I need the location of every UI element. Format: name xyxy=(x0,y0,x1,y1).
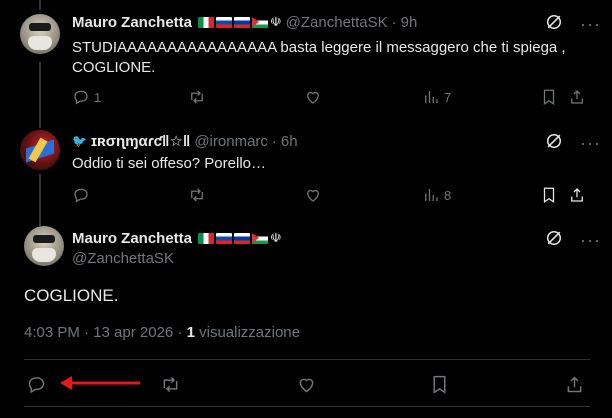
reply-icon xyxy=(74,90,88,105)
grok-icon[interactable] xyxy=(544,131,564,156)
reply-button[interactable] xyxy=(72,186,90,204)
share-button[interactable] xyxy=(568,88,586,106)
views-button[interactable]: 8 xyxy=(422,186,451,204)
thread-line-1 xyxy=(39,62,41,128)
avatar[interactable] xyxy=(20,130,60,170)
retweet-button[interactable] xyxy=(160,374,181,395)
emblem-icon: ☫ xyxy=(270,230,282,245)
tweet-text: STUDIAAAAAAAAAAAAAAAA basta leggere il m… xyxy=(72,38,566,78)
views-icon xyxy=(425,189,438,201)
more-icon[interactable]: ··· xyxy=(580,133,601,154)
tweet-text: COGLIONE. xyxy=(24,286,119,305)
post-datetime[interactable]: 4:03 PM · 13 apr 2026 · xyxy=(24,324,187,341)
avatar[interactable] xyxy=(20,14,60,54)
more-icon[interactable]: ··· xyxy=(580,230,601,251)
share-icon xyxy=(567,376,582,393)
bookmark-button[interactable] xyxy=(540,88,558,106)
author-name[interactable]: Mauro Zanchetta xyxy=(72,14,192,31)
author-handle[interactable]: @ZanchettaSK xyxy=(72,250,174,267)
more-icon[interactable]: ··· xyxy=(580,14,601,35)
like-icon xyxy=(307,189,319,202)
divider xyxy=(24,406,590,407)
share-button[interactable] xyxy=(564,374,585,395)
italy-flag-icon xyxy=(198,16,215,28)
author-handle[interactable]: @ironmarc xyxy=(194,133,268,150)
views-icon xyxy=(425,91,438,103)
italy-flag-icon xyxy=(198,232,215,244)
divider xyxy=(24,359,590,360)
like-button[interactable] xyxy=(296,374,317,395)
like-icon xyxy=(299,378,314,393)
author-name[interactable]: Mauro Zanchetta xyxy=(72,230,192,247)
reply-count: 1 xyxy=(94,89,102,105)
post-time[interactable]: 6h xyxy=(281,133,298,150)
share-button[interactable] xyxy=(568,186,586,204)
grok-icon[interactable] xyxy=(544,12,564,37)
retweet-icon xyxy=(191,90,203,104)
action-bar: 1 7 xyxy=(72,88,590,108)
separator-dot: · xyxy=(271,132,277,150)
avatar[interactable] xyxy=(24,226,64,266)
tweet-top-actions: ··· xyxy=(544,131,601,156)
reply-button[interactable] xyxy=(26,374,47,395)
bookmark-icon xyxy=(433,375,446,394)
action-bar: 8 xyxy=(72,186,590,206)
views-count: 8 xyxy=(444,187,452,203)
like-button[interactable] xyxy=(304,88,322,106)
arrow-annotation xyxy=(60,376,140,390)
tweet-top-actions: ··· xyxy=(544,12,601,37)
like-button[interactable] xyxy=(304,186,322,204)
author-handle[interactable]: @ZanchettaSK xyxy=(286,14,388,31)
reply-icon xyxy=(28,377,45,394)
views-count: 7 xyxy=(444,89,452,105)
bookmark-button[interactable] xyxy=(540,186,558,204)
emblem-icon: ☫ xyxy=(270,14,282,29)
tweet-header: Mauro Zanchetta ☫ xyxy=(72,228,282,248)
like-icon xyxy=(307,91,319,104)
post-time[interactable]: 9h xyxy=(401,14,418,31)
grok-icon[interactable] xyxy=(544,228,564,253)
author-name[interactable]: ɪʀσɳɱαɾƈ‖☆‖ xyxy=(91,132,190,150)
slovakia-flag-icon xyxy=(216,232,233,244)
views-button[interactable]: 7 xyxy=(422,88,451,106)
share-icon xyxy=(571,188,583,202)
russia-flag-icon xyxy=(234,232,251,244)
retweet-icon xyxy=(191,188,203,202)
retweet-icon xyxy=(163,376,178,393)
retweet-button[interactable] xyxy=(188,186,206,204)
separator-dot: · xyxy=(391,13,397,31)
tweet-text-line-2: COGLIONE. xyxy=(72,59,156,76)
russia-flag-icon xyxy=(234,16,251,28)
thread-line-top xyxy=(39,0,41,10)
palestine-flag-icon xyxy=(252,232,269,244)
reply-button[interactable]: 1 xyxy=(72,88,101,106)
thread-line-2 xyxy=(39,174,41,226)
tweet-text: Oddio ti sei offeso? Porello… xyxy=(72,155,266,172)
share-icon xyxy=(571,90,583,104)
tweet-header: Mauro Zanchetta ☫ @ZanchettaSK · 9h xyxy=(72,12,417,32)
bookmark-icon xyxy=(543,187,555,203)
verified-bird-icon: 🐦 xyxy=(72,134,87,148)
tweet-timestamp: 4:03 PM · 13 apr 2026 · 1 visualizzazion… xyxy=(24,324,300,341)
retweet-button[interactable] xyxy=(188,88,206,106)
tweet-header: 🐦 ɪʀσɳɱαɾƈ‖☆‖ @ironmarc · 6h xyxy=(72,131,298,151)
name-flags: ☫ xyxy=(198,230,282,246)
views-label: visualizzazione xyxy=(194,324,300,341)
bookmark-icon xyxy=(543,89,555,105)
reply-icon xyxy=(74,188,88,203)
palestine-flag-icon xyxy=(252,16,269,28)
views-count: 1 xyxy=(186,324,195,341)
tweet-text-line-1: STUDIAAAAAAAAAAAAAAAA basta leggere il m… xyxy=(72,39,566,56)
name-flags: ☫ xyxy=(198,14,282,30)
slovakia-flag-icon xyxy=(216,16,233,28)
bookmark-button[interactable] xyxy=(429,374,450,395)
tweet-top-actions: ··· xyxy=(544,228,601,253)
tweet-subheader: @ZanchettaSK xyxy=(72,248,174,268)
